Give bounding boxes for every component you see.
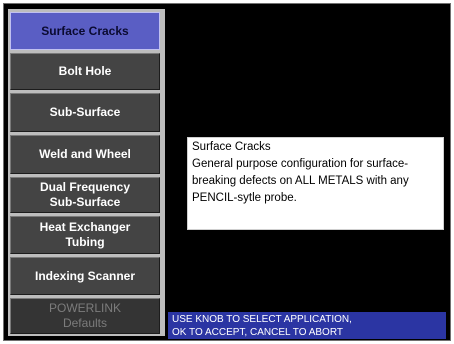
status-line-2: OK TO ACCEPT, CANCEL TO ABORT bbox=[172, 327, 343, 338]
status-bar: USE KNOB TO SELECT APPLICATION, OK TO AC… bbox=[168, 312, 446, 339]
menu-item-label: POWERLINK Defaults bbox=[48, 301, 121, 330]
menu-item-surface-cracks[interactable]: Surface Cracks bbox=[10, 12, 160, 50]
menu-item-label: Sub-Surface bbox=[49, 105, 121, 119]
menu-item-bolt-hole[interactable]: Bolt Hole bbox=[10, 53, 160, 90]
menu-item-label: Weld and Wheel bbox=[39, 147, 131, 161]
description-line-1: General purpose configuration for surfac… bbox=[192, 158, 409, 170]
menu-item-sub-surface[interactable]: Sub-Surface bbox=[10, 93, 160, 132]
menu-item-powerlink-defaults: POWERLINK Defaults bbox=[10, 298, 160, 334]
menu-item-label: Surface Cracks bbox=[41, 23, 129, 38]
menu-item-label: Dual Frequency Sub-Surface bbox=[39, 180, 131, 209]
description-line-3: PENCIL-sytle probe. bbox=[192, 192, 297, 204]
menu-item-dual-frequency-sub-surface[interactable]: Dual Frequency Sub-Surface bbox=[10, 177, 160, 213]
menu-item-weld-and-wheel[interactable]: Weld and Wheel bbox=[10, 135, 160, 174]
menu-item-label: Indexing Scanner bbox=[34, 268, 136, 283]
description-title: Surface Cracks bbox=[192, 141, 271, 153]
menu-item-heat-exchanger-tubing[interactable]: Heat Exchanger Tubing bbox=[10, 216, 160, 254]
status-line-1: USE KNOB TO SELECT APPLICATION, bbox=[172, 314, 352, 325]
menu-item-label: Bolt Hole bbox=[58, 64, 112, 78]
description-line-2: breaking defects on ALL METALS with any bbox=[192, 175, 409, 187]
application-description-box: Surface Cracks General purpose configura… bbox=[187, 137, 444, 230]
menu-item-label: Heat Exchanger Tubing bbox=[39, 220, 131, 249]
menu-item-indexing-scanner[interactable]: Indexing Scanner bbox=[10, 257, 160, 295]
application-menu: Surface Cracks Bolt Hole Sub-Surface Wel… bbox=[8, 9, 165, 336]
